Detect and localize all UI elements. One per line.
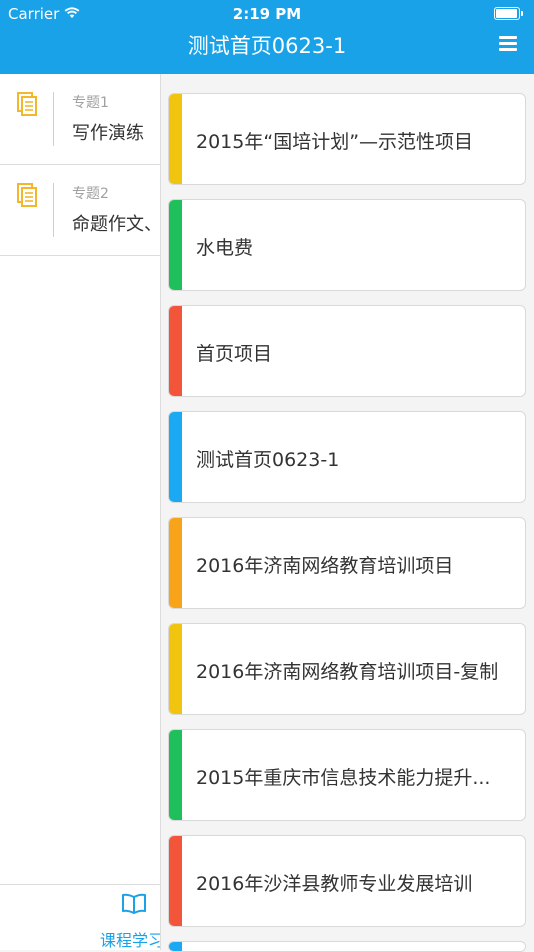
sidebar-item-topic-1[interactable]: 专题1 写作演练 xyxy=(0,74,160,165)
status-bar: Carrier 2:19 PM xyxy=(0,0,534,28)
page-title: 测试首页0623-1 xyxy=(187,34,347,58)
card-title: 水电费 xyxy=(196,237,254,259)
topic-name: 写作演练 xyxy=(72,123,144,144)
sidebar-item-topic-2[interactable]: 专题2 命题作文、 xyxy=(0,165,160,256)
card-title: 首页项目 xyxy=(196,343,273,365)
project-card[interactable] xyxy=(168,941,526,952)
topic-sidebar: 专题1 写作演练 专题2 命题作文、 课程学习 xyxy=(0,74,161,950)
project-card[interactable]: 测试首页0623-1 xyxy=(168,411,526,503)
tab-course-study[interactable]: 课程学习 xyxy=(0,884,160,950)
topic-number: 专题2 xyxy=(72,186,109,202)
project-card[interactable]: 2015年“国培计划”—示范性项目 xyxy=(168,93,526,185)
card-color-strip xyxy=(169,200,182,290)
divider xyxy=(53,183,54,237)
card-color-strip xyxy=(169,730,182,820)
project-card[interactable]: 首页项目 xyxy=(168,305,526,397)
document-icon xyxy=(17,92,37,116)
navigation-header: Carrier 2:19 PM 测试首页0623-1 xyxy=(0,0,534,74)
card-color-strip xyxy=(169,518,182,608)
clock: 2:19 PM xyxy=(232,5,302,23)
project-card[interactable]: 2016年沙洋县教师专业发展培训 xyxy=(168,835,526,927)
card-color-strip xyxy=(169,624,182,714)
card-title: 2015年“国培计划”—示范性项目 xyxy=(196,131,474,153)
battery-icon xyxy=(494,7,524,20)
menu-icon[interactable] xyxy=(499,36,517,51)
document-icon xyxy=(17,183,37,207)
topic-name: 命题作文、 xyxy=(72,214,161,235)
card-color-strip xyxy=(169,836,182,926)
project-card[interactable]: 2015年重庆市信息技术能力提升... xyxy=(168,729,526,821)
card-color-strip xyxy=(169,306,182,396)
project-card[interactable]: 水电费 xyxy=(168,199,526,291)
topic-number: 专题1 xyxy=(72,95,109,111)
tab-label: 课程学习 xyxy=(100,931,161,950)
card-title: 2016年济南网络教育培训项目-复制 xyxy=(196,661,499,683)
card-title: 2016年沙洋县教师专业发展培训 xyxy=(196,873,473,895)
project-card[interactable]: 2016年济南网络教育培训项目 xyxy=(168,517,526,609)
card-title: 2015年重庆市信息技术能力提升... xyxy=(196,767,491,789)
project-card[interactable]: 2016年济南网络教育培训项目-复制 xyxy=(168,623,526,715)
book-icon xyxy=(122,893,146,914)
card-color-strip xyxy=(169,412,182,502)
card-title: 测试首页0623-1 xyxy=(196,449,340,471)
card-color-strip xyxy=(169,94,182,184)
card-title: 2016年济南网络教育培训项目 xyxy=(196,555,454,577)
divider xyxy=(53,92,54,146)
